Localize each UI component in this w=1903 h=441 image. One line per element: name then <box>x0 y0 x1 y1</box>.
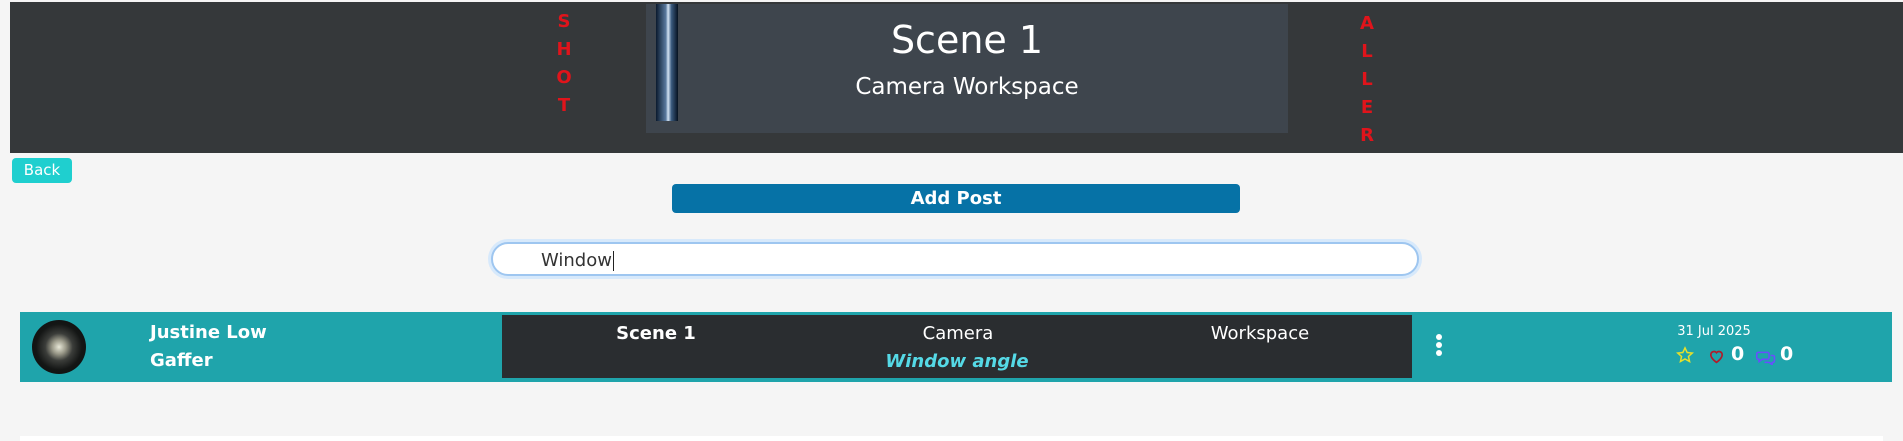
post-author-role: Gaffer <box>150 350 213 371</box>
letter: O <box>556 67 572 88</box>
comment-icon[interactable] <box>1756 348 1776 370</box>
letter: A <box>1360 13 1374 34</box>
text-caret <box>612 251 614 271</box>
shot-vertical-label: S H O T <box>554 8 574 120</box>
avatar[interactable] <box>32 320 86 374</box>
heart-icon[interactable] <box>1708 347 1725 369</box>
letter: H <box>556 39 572 60</box>
comment-count: 0 <box>1780 343 1794 365</box>
post-row[interactable]: Justine Low Gaffer Scene 1 Camera Worksp… <box>20 312 1892 382</box>
post-scene: Scene 1 <box>616 323 696 344</box>
like-count: 0 <box>1731 343 1745 365</box>
search-value: Window <box>541 250 612 271</box>
post-card[interactable]: Scene 1 Camera Workspace Window angle <box>502 315 1412 378</box>
star-icon[interactable] <box>1675 346 1695 369</box>
post-department: Camera <box>922 323 994 344</box>
post-caption: Window angle <box>885 351 1029 372</box>
scene-subtitle: Camera Workspace <box>855 74 1079 100</box>
letter: R <box>1360 125 1374 146</box>
next-row-edge <box>20 436 1883 441</box>
search-input-text[interactable]: Window <box>541 250 614 271</box>
scene-card: Scene 1 Camera Workspace <box>646 4 1288 133</box>
post-author-name: Justine Low <box>150 322 267 343</box>
header-banner: S H O T Scene 1 Camera Workspace A L L E… <box>10 2 1903 153</box>
post-area: Workspace <box>1210 323 1310 344</box>
letter: L <box>1361 41 1373 62</box>
add-post-button[interactable]: Add Post <box>672 184 1240 213</box>
scene-title: Scene 1 <box>890 18 1044 62</box>
back-button[interactable]: Back <box>12 158 72 183</box>
post-date: 31 Jul 2025 <box>1677 324 1751 339</box>
letter: E <box>1360 97 1374 118</box>
more-options-icon[interactable] <box>1436 334 1442 356</box>
caller-vertical-label: A L L E R <box>1357 10 1377 150</box>
letter: L <box>1361 69 1373 90</box>
search-field[interactable]: Window <box>491 242 1419 276</box>
letter: S <box>557 11 571 32</box>
letter: T <box>557 95 571 116</box>
